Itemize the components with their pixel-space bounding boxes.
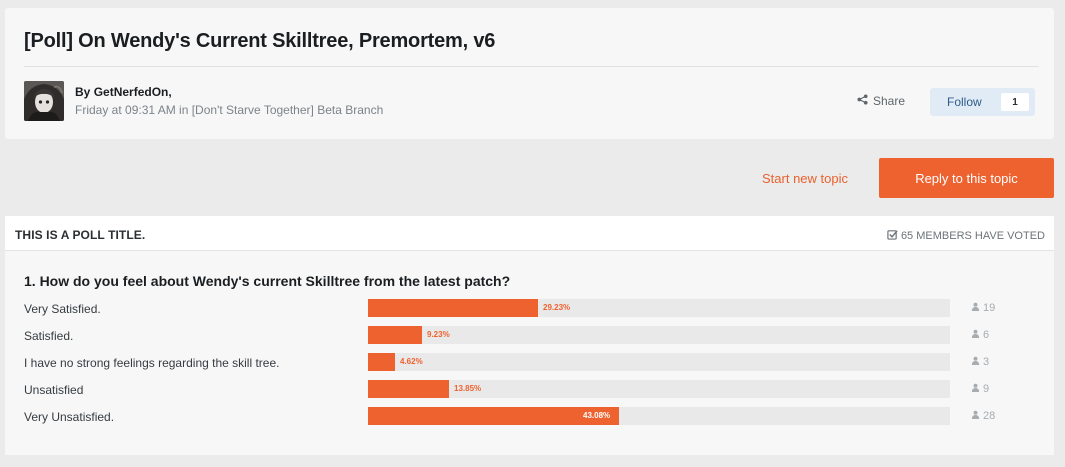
user-icon <box>971 410 980 422</box>
follower-count: 1 <box>1001 93 1029 111</box>
percent-label: 29.23% <box>543 303 571 312</box>
topic-header: [Poll] On Wendy's Current Skilltree, Pre… <box>5 8 1054 139</box>
voted-count: 65 MEMBERS HAVE VOTED <box>887 229 1045 243</box>
percent-label: 9.23% <box>427 330 450 339</box>
poll-choice-row: Unsatisfied 13.85% 9 <box>5 380 1054 399</box>
choice-label: Very Satisfied. <box>24 302 101 316</box>
choice-label: Satisfied. <box>24 329 74 343</box>
share-button[interactable]: Share <box>857 94 905 108</box>
user-icon <box>971 383 980 395</box>
vote-number: 3 <box>983 356 990 368</box>
byline: By GetNerfedOn, <box>75 85 172 99</box>
result-bar-fill <box>368 380 449 398</box>
share-icon <box>857 94 868 108</box>
percent-label: 43.08% <box>583 411 611 420</box>
vote-count: 19 <box>971 302 995 314</box>
poll-choice-row: Very Satisfied. 29.23% 19 <box>5 299 1054 318</box>
choice-label: Very Unsatisfied. <box>24 410 115 424</box>
result-bar-track: 13.85% <box>368 380 950 398</box>
follow-label: Follow <box>947 95 982 109</box>
vote-count: 6 <box>971 329 989 341</box>
poll-header: THIS IS A POLL TITLE. 65 MEMBERS HAVE VO… <box>5 216 1054 251</box>
result-bar-track: 9.23% <box>368 326 950 344</box>
choice-label: I have no strong feelings regarding the … <box>24 356 280 370</box>
checkbox-icon <box>887 229 898 243</box>
poll-title: THIS IS A POLL TITLE. <box>15 228 146 242</box>
voted-label: 65 MEMBERS HAVE VOTED <box>900 230 1045 242</box>
poll-question: 1. How do you feel about Wendy's current… <box>24 273 511 289</box>
topic-title: [Poll] On Wendy's Current Skilltree, Pre… <box>24 30 496 52</box>
result-bar-fill <box>368 326 422 344</box>
result-bar-track: 43.08% <box>368 407 950 425</box>
poll-choice-row: I have no strong feelings regarding the … <box>5 353 1054 372</box>
follow-button[interactable]: Follow 1 <box>930 88 1035 116</box>
result-bar-track: 4.62% <box>368 353 950 371</box>
user-icon <box>971 329 980 341</box>
reply-button[interactable]: Reply to this topic <box>879 158 1054 198</box>
avatar[interactable] <box>24 81 64 121</box>
user-icon <box>971 302 980 314</box>
result-bar-fill <box>368 299 538 317</box>
vote-number: 9 <box>983 383 990 395</box>
percent-label: 4.62% <box>400 357 423 366</box>
vote-number: 19 <box>983 302 996 314</box>
topic-meta: Friday at 09:31 AM in [Don't Starve Toge… <box>75 103 384 117</box>
start-new-topic-link[interactable]: Start new topic <box>762 171 848 186</box>
poll: THIS IS A POLL TITLE. 65 MEMBERS HAVE VO… <box>5 216 1054 455</box>
share-label: Share <box>873 94 906 108</box>
vote-number: 28 <box>983 410 996 422</box>
result-bar-track: 29.23% <box>368 299 950 317</box>
vote-count: 3 <box>971 356 989 368</box>
author-link[interactable]: GetNerfedOn, <box>94 85 172 99</box>
poll-choice-row: Very Unsatisfied. 43.08% 28 <box>5 407 1054 426</box>
result-bar-fill <box>368 353 395 371</box>
percent-label: 13.85% <box>454 384 482 393</box>
user-icon <box>971 356 980 368</box>
vote-count: 28 <box>971 410 995 422</box>
result-bar-fill <box>368 407 619 425</box>
poll-choice-row: Satisfied. 9.23% 6 <box>5 326 1054 345</box>
vote-count: 9 <box>971 383 989 395</box>
vote-number: 6 <box>983 329 990 341</box>
divider <box>24 66 1039 67</box>
choice-label: Unsatisfied <box>24 383 84 397</box>
by-label: By <box>75 85 94 99</box>
